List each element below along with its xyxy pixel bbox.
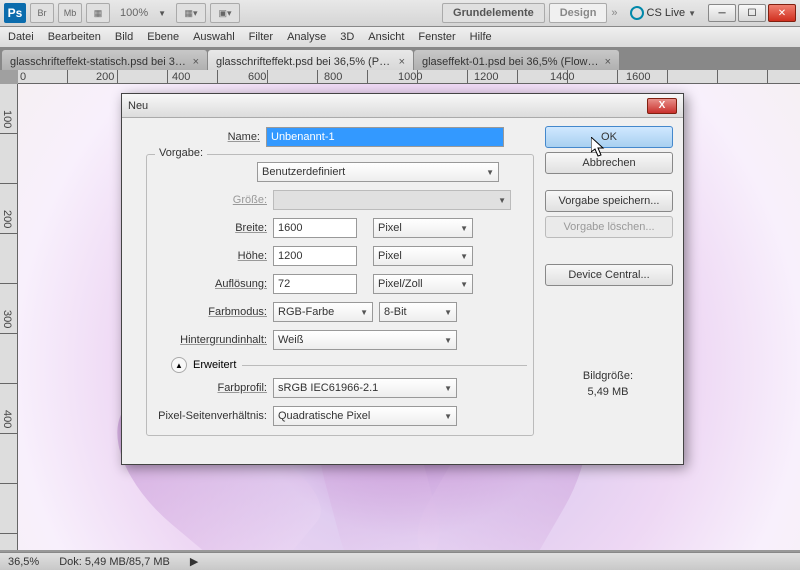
photoshop-logo: Ps <box>4 3 26 23</box>
label-width: Breite: <box>153 222 273 234</box>
par-dropdown[interactable]: Quadratische Pixel▼ <box>273 406 457 426</box>
width-unit-dropdown[interactable]: Pixel▼ <box>373 218 473 238</box>
preset-dropdown[interactable]: Benutzerdefiniert▼ <box>257 162 499 182</box>
label-bgcontent: Hintergrundinhalt: <box>153 334 273 346</box>
colorprofile-dropdown[interactable]: sRGB IEC61966-2.1▼ <box>273 378 457 398</box>
cs-live-button[interactable]: CS Live ▼ <box>630 6 696 20</box>
view-extras-button[interactable]: ▦ <box>86 3 110 23</box>
cancel-button[interactable]: Abbrechen <box>545 152 673 174</box>
chevron-down-icon: ▼ <box>486 168 494 177</box>
ruler-vertical: 100200300400 <box>0 84 18 550</box>
menu-ansicht[interactable]: Ansicht <box>368 31 404 43</box>
dialog-title: Neu <box>128 100 647 112</box>
menu-datei[interactable]: Datei <box>8 31 34 43</box>
document-tabs: glasschrifteffekt-statisch.psd bei 36,..… <box>0 48 800 70</box>
minimize-button[interactable]: ─ <box>708 4 736 22</box>
label-par: Pixel-Seitenverhältnis: <box>153 410 273 422</box>
doc-tab-2[interactable]: glaseffekt-01.psd bei 36,5% (Flower...× <box>414 50 619 70</box>
height-unit-dropdown[interactable]: Pixel▼ <box>373 246 473 266</box>
colormode-dropdown[interactable]: RGB-Farbe▼ <box>273 302 373 322</box>
workspace-grundelemente[interactable]: Grundelemente <box>442 3 545 23</box>
resolution-input[interactable]: 72 <box>273 274 357 294</box>
label-colormode: Farbmodus: <box>153 306 273 318</box>
menu-ebene[interactable]: Ebene <box>147 31 179 43</box>
cslive-icon <box>630 6 644 20</box>
name-input[interactable]: Unbenannt-1 <box>266 127 504 147</box>
status-bar: 36,5% Dok: 5,49 MB/85,7 MB ▶ <box>0 552 800 570</box>
close-icon[interactable]: × <box>605 56 611 68</box>
size-dropdown: ▼ <box>273 190 511 210</box>
height-input[interactable]: 1200 <box>273 246 357 266</box>
close-icon[interactable]: × <box>193 56 199 68</box>
maximize-button[interactable]: ☐ <box>738 4 766 22</box>
close-icon[interactable]: × <box>399 56 405 68</box>
file-size-info: Bildgröße: 5,49 MB <box>553 370 663 398</box>
resolution-unit-dropdown[interactable]: Pixel/Zoll▼ <box>373 274 473 294</box>
preset-group: Vorgabe: Benutzerdefiniert▼ Größe: ▼ Bre… <box>146 154 534 436</box>
label-resolution: Auflösung: <box>153 278 273 290</box>
menu-bar: Datei Bearbeiten Bild Ebene Auswahl Filt… <box>0 27 800 48</box>
doc-tab-0[interactable]: glasschrifteffekt-statisch.psd bei 36,..… <box>2 50 207 70</box>
zoom-level[interactable]: 100% <box>120 7 148 19</box>
close-button[interactable]: ✕ <box>768 4 796 22</box>
bgcontent-dropdown[interactable]: Weiß▼ <box>273 330 457 350</box>
status-arrow-icon[interactable]: ▶ <box>190 555 198 568</box>
bridge-button[interactable]: Br <box>30 3 54 23</box>
label-preset: Vorgabe: <box>155 147 207 159</box>
dialog-titlebar[interactable]: Neu X <box>122 94 683 118</box>
new-document-dialog: Neu X Name: Unbenannt-1 Vorgabe: Benutze… <box>121 93 684 465</box>
menu-analyse[interactable]: Analyse <box>287 31 326 43</box>
label-height: Höhe: <box>153 250 273 262</box>
status-doc-size[interactable]: Dok: 5,49 MB/85,7 MB <box>59 556 170 568</box>
doc-tab-1[interactable]: glasschrifteffekt.psd bei 36,5% (PSD, RG… <box>208 50 413 70</box>
title-bar: Ps Br Mb ▦ 100% ▼ ▦▾ ▣▾ Grundelemente De… <box>0 0 800 27</box>
workspace-design[interactable]: Design <box>549 3 608 23</box>
menu-bearbeiten[interactable]: Bearbeiten <box>48 31 101 43</box>
screen-mode-button[interactable]: ▣▾ <box>210 3 240 23</box>
advanced-toggle[interactable]: ▲ Erweitert <box>171 357 527 373</box>
width-input[interactable]: 1600 <box>273 218 357 238</box>
ok-button[interactable]: OK <box>545 126 673 148</box>
workspace-more-icon[interactable]: » <box>611 7 617 19</box>
label-colorprofile: Farbprofil: <box>153 382 273 394</box>
menu-bild[interactable]: Bild <box>115 31 133 43</box>
menu-3d[interactable]: 3D <box>340 31 354 43</box>
chevron-up-icon: ▲ <box>171 357 187 373</box>
label-size: Größe: <box>153 194 273 206</box>
mini-bridge-button[interactable]: Mb <box>58 3 82 23</box>
delete-preset-button: Vorgabe löschen... <box>545 216 673 238</box>
ruler-horizontal: 02004006008001000120014001600 <box>18 70 800 84</box>
menu-auswahl[interactable]: Auswahl <box>193 31 235 43</box>
device-central-button[interactable]: Device Central... <box>545 264 673 286</box>
menu-hilfe[interactable]: Hilfe <box>470 31 492 43</box>
bitdepth-dropdown[interactable]: 8-Bit▼ <box>379 302 457 322</box>
save-preset-button[interactable]: Vorgabe speichern... <box>545 190 673 212</box>
status-zoom[interactable]: 36,5% <box>8 556 39 568</box>
dialog-close-button[interactable]: X <box>647 98 677 114</box>
label-name: Name: <box>146 131 266 143</box>
menu-fenster[interactable]: Fenster <box>418 31 455 43</box>
menu-filter[interactable]: Filter <box>249 31 273 43</box>
chevron-down-icon[interactable]: ▼ <box>158 9 166 18</box>
arrange-docs-button[interactable]: ▦▾ <box>176 3 206 23</box>
